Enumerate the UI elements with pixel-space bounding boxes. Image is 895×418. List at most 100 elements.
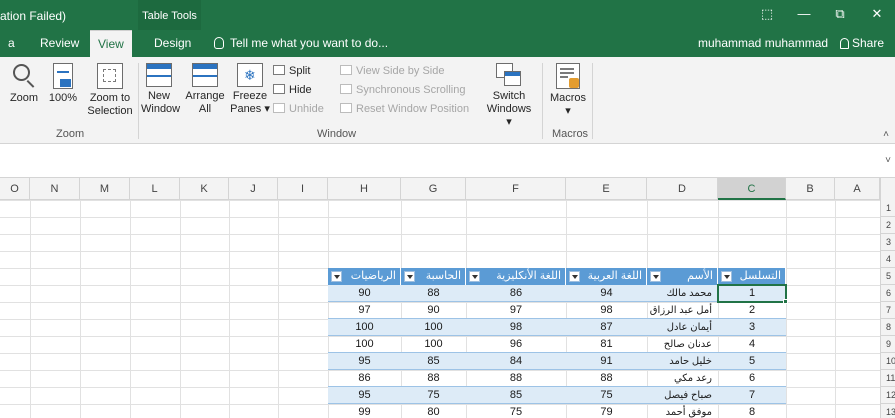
column-header-i[interactable]: I — [278, 178, 328, 200]
table-cell[interactable]: 100 — [401, 336, 466, 353]
table-cell[interactable]: موفق أحمد — [647, 404, 718, 418]
table-cell[interactable]: محمد مالك — [647, 285, 718, 302]
collapse-ribbon-icon[interactable]: ˄ — [883, 129, 889, 140]
column-header-d[interactable]: D — [647, 178, 718, 200]
table-cell[interactable]: 100 — [328, 319, 401, 336]
table-cell[interactable]: 91 — [566, 353, 647, 370]
reset-window-position-button[interactable]: Reset Window Position — [340, 100, 469, 118]
table-cell[interactable]: 98 — [466, 319, 566, 336]
table-cell[interactable]: 88 — [466, 370, 566, 387]
table-cell[interactable]: 99 — [328, 404, 401, 418]
table-cell[interactable]: رعد مكي — [647, 370, 718, 387]
row-header-3[interactable]: 3 — [881, 234, 895, 251]
maximize-button[interactable]: ⧉ — [825, 4, 855, 24]
row-header-2[interactable]: 2 — [881, 217, 895, 234]
freeze-panes-button[interactable]: ❄ Freeze Panes ▾ — [230, 63, 270, 116]
table-cell[interactable]: 97 — [328, 302, 401, 319]
column-header-g[interactable]: G — [401, 178, 466, 200]
table-header-cell[interactable]: الرياضيات — [328, 268, 401, 285]
column-header-a[interactable]: A — [835, 178, 880, 200]
zoom-button[interactable]: Zoom — [8, 63, 40, 105]
column-header-l[interactable]: L — [130, 178, 180, 200]
column-header-n[interactable]: N — [30, 178, 80, 200]
synchronous-scrolling-button[interactable]: Synchronous Scrolling — [340, 81, 465, 99]
column-header-o[interactable]: O — [0, 178, 30, 200]
row-header-1[interactable]: 1 — [881, 200, 895, 217]
filter-dropdown-icon[interactable] — [569, 271, 580, 282]
table-cell[interactable]: 90 — [328, 285, 401, 302]
column-header-e[interactable]: E — [566, 178, 647, 200]
table-cell[interactable]: 7 — [718, 387, 786, 404]
arrange-all-button[interactable]: Arrange All — [182, 63, 228, 116]
table-cell[interactable]: أمل عبد الرزاق — [647, 302, 718, 319]
row-header-11[interactable]: 11 — [881, 370, 895, 387]
user-name[interactable]: muhammad muhammad — [698, 30, 828, 57]
column-header-b[interactable]: B — [786, 178, 835, 200]
minimize-button[interactable]: — — [789, 4, 819, 24]
table-cell[interactable]: 96 — [466, 336, 566, 353]
table-cell[interactable]: 98 — [566, 302, 647, 319]
macros-button[interactable]: Macros ▾ — [548, 63, 588, 118]
column-header-m[interactable]: M — [80, 178, 130, 200]
fill-handle[interactable] — [783, 299, 788, 304]
hide-button[interactable]: Hide — [273, 81, 312, 99]
table-header-cell[interactable]: الأسم — [647, 268, 718, 285]
table-cell[interactable]: 100 — [401, 319, 466, 336]
column-header-k[interactable]: K — [180, 178, 229, 200]
table-header-cell[interactable]: التسلسل — [718, 268, 786, 285]
table-cell[interactable]: 87 — [566, 319, 647, 336]
table-cell[interactable]: 6 — [718, 370, 786, 387]
table-cell[interactable]: 2 — [718, 302, 786, 319]
filter-dropdown-icon[interactable] — [650, 271, 661, 282]
table-cell[interactable]: 97 — [466, 302, 566, 319]
filter-dropdown-icon[interactable] — [469, 271, 480, 282]
tab-design[interactable]: Design — [146, 30, 199, 57]
split-button[interactable]: Split — [273, 62, 310, 80]
tab-review[interactable]: Review — [32, 30, 87, 57]
view-side-by-side-button[interactable]: View Side by Side — [340, 62, 444, 80]
row-header-7[interactable]: 7 — [881, 302, 895, 319]
table-cell[interactable]: 75 — [401, 387, 466, 404]
column-header-c[interactable]: C — [718, 178, 786, 200]
table-cell[interactable]: 88 — [401, 285, 466, 302]
table-cell[interactable]: 85 — [466, 387, 566, 404]
table-cell[interactable]: 81 — [566, 336, 647, 353]
table-cell[interactable]: 75 — [466, 404, 566, 418]
unhide-button[interactable]: Unhide — [273, 100, 324, 118]
table-cell[interactable]: 84 — [466, 353, 566, 370]
table-cell[interactable]: عدنان صالح — [647, 336, 718, 353]
tell-me-box[interactable]: Tell me what you want to do... — [214, 30, 388, 57]
table-cell[interactable]: 8 — [718, 404, 786, 418]
filter-dropdown-icon[interactable] — [721, 271, 732, 282]
table-cell[interactable]: 94 — [566, 285, 647, 302]
table-cell[interactable]: 100 — [328, 336, 401, 353]
switch-windows-button[interactable]: Switch Windows ▾ — [484, 63, 534, 129]
row-header-13[interactable]: 13 — [881, 404, 895, 418]
table-header-cell[interactable]: الحاسبة — [401, 268, 466, 285]
column-header-j[interactable]: J — [229, 178, 278, 200]
table-cell[interactable]: 75 — [566, 387, 647, 404]
worksheet-grid[interactable]: ONMLKJIHGFEDCBA12345678910111213الرياضيا… — [0, 178, 895, 418]
table-header-cell[interactable]: اللغة الأنكليزية — [466, 268, 566, 285]
expand-formula-bar-icon[interactable]: ˅ — [885, 155, 891, 166]
filter-dropdown-icon[interactable] — [331, 271, 342, 282]
column-header-h[interactable]: H — [328, 178, 401, 200]
row-header-4[interactable]: 4 — [881, 251, 895, 268]
table-cell[interactable]: 95 — [328, 353, 401, 370]
column-header-f[interactable]: F — [466, 178, 566, 200]
table-header-cell[interactable]: اللغة العربية — [566, 268, 647, 285]
row-header-10[interactable]: 10 — [881, 353, 895, 370]
zoom-100-button[interactable]: 100% — [46, 63, 80, 105]
table-cell[interactable]: 88 — [566, 370, 647, 387]
filter-dropdown-icon[interactable] — [404, 271, 415, 282]
zoom-to-selection-button[interactable]: Zoom to Selection — [84, 63, 136, 118]
tab-view[interactable]: View — [90, 30, 132, 57]
table-cell[interactable]: صباح فيصل — [647, 387, 718, 404]
table-cell[interactable]: 80 — [401, 404, 466, 418]
tab-data-partial[interactable]: a — [0, 30, 23, 57]
row-header-12[interactable]: 12 — [881, 387, 895, 404]
close-button[interactable]: ✕ — [862, 4, 892, 24]
row-header-5[interactable]: 5 — [881, 268, 895, 285]
table-cell[interactable]: 5 — [718, 353, 786, 370]
table-cell[interactable]: 85 — [401, 353, 466, 370]
